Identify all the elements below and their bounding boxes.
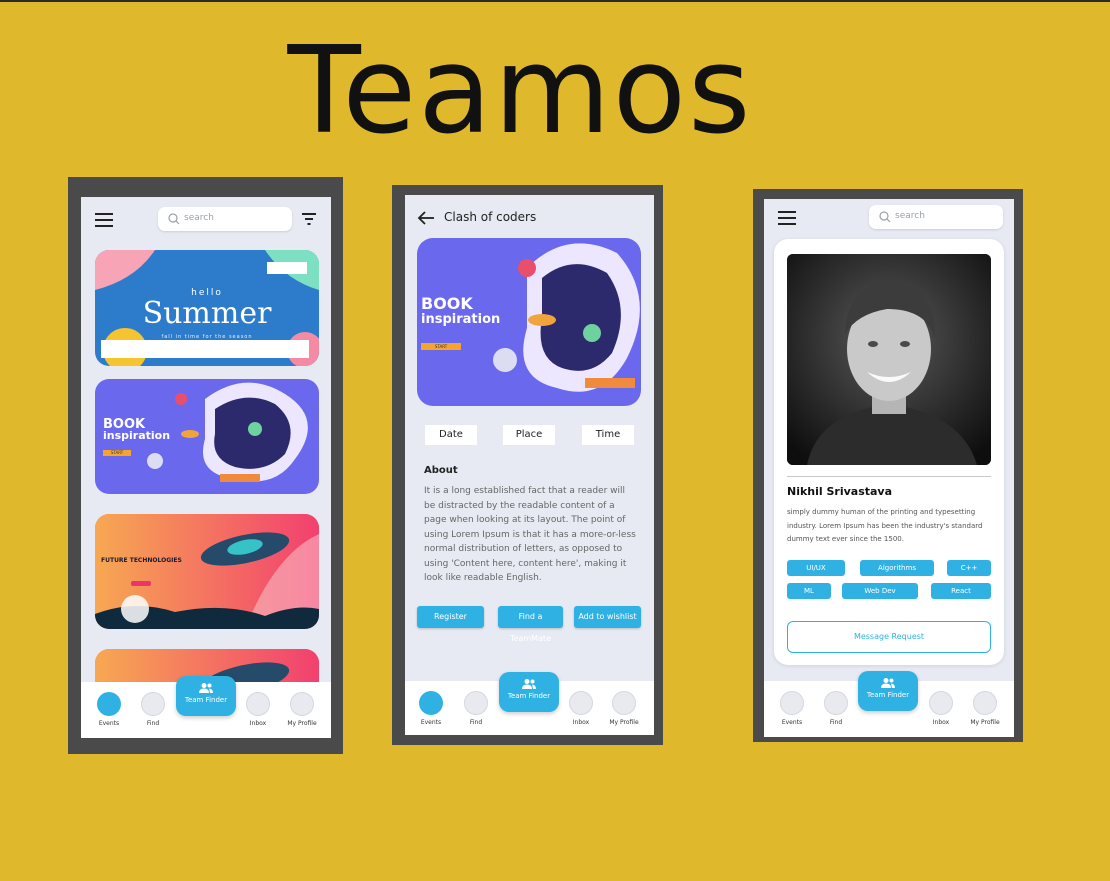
team-finder-label: Team Finder [507,692,551,700]
search-input[interactable]: search [158,207,292,231]
profile-photo [787,254,991,465]
people-icon [199,683,213,693]
skill-tag-react[interactable]: React [931,583,991,599]
date-pill[interactable]: Date [425,425,477,445]
message-request-button[interactable]: Message Request [787,621,991,653]
find-teammate-button[interactable]: Find a TeamMate [498,606,563,643]
nav-inbox[interactable]: Inbox [923,691,959,726]
event-card-book[interactable]: BOOK inspiration START [95,379,319,494]
app-title: Teamos [287,22,753,161]
event-banner-title: BOOK [421,294,473,313]
events-nav-icon [419,691,443,715]
nav-events[interactable]: Events [774,691,810,726]
profile-card: Nikhil Srivastava simply dummy human of … [774,239,1004,665]
nav-inbox-label: Inbox [932,719,950,726]
nav-events-label: Events [98,720,120,727]
skill-tag-algorithms[interactable]: Algorithms [860,560,934,576]
find-nav-icon [824,691,848,715]
summer-subtitle: fall in time for the season [161,334,253,340]
inbox-nav-icon [569,691,593,715]
nav-find[interactable]: Find [458,691,494,726]
people-icon [881,678,895,688]
place-pill[interactable]: Place [503,425,555,445]
team-finder-button[interactable]: Team Finder [858,671,918,711]
nav-events-label: Events [781,719,803,726]
about-heading: About [424,465,458,476]
event-detail-screen: Clash of coders BOOK inspiration START D… [405,195,654,735]
event-card-future-tech[interactable]: FUTURE TECHNOLOGIES [95,514,319,629]
search-placeholder: search [895,211,925,221]
events-nav-icon [780,691,804,715]
back-arrow-icon[interactable] [417,211,435,225]
event-banner: BOOK inspiration START [417,238,641,406]
profile-name: Nikhil Srivastava [787,485,893,498]
nav-inbox[interactable]: Inbox [240,692,276,727]
find-nav-icon [464,691,488,715]
nav-my-profile[interactable]: My Profile [284,692,320,727]
team-finder-label: Team Finder [184,696,228,704]
nav-events[interactable]: Events [413,691,449,726]
nav-find-label: Find [146,720,160,727]
add-to-wishlist-button[interactable]: Add to wishlist [574,606,641,628]
skill-tag-uiux[interactable]: UI/UX [787,560,845,576]
profile-photo-art [787,254,991,465]
search-input[interactable]: search [869,205,1003,229]
top-border [0,0,1110,2]
skill-tag-webdev[interactable]: Web Dev [842,583,918,599]
nav-events[interactable]: Events [91,692,127,727]
search-icon [168,213,180,225]
nav-inbox[interactable]: Inbox [563,691,599,726]
inbox-nav-icon [246,692,270,716]
nav-my-profile-label: My Profile [609,719,639,726]
search-placeholder: search [184,213,214,223]
future-tech-title: FUTURE TECHNOLOGIES [101,557,182,564]
book-start-button[interactable]: START [103,450,131,456]
nav-find[interactable]: Find [135,692,171,727]
event-title: Clash of coders [444,210,537,224]
summer-title: Summer [142,296,272,331]
skill-tag-ml[interactable]: ML [787,583,831,599]
event-card-summer[interactable]: hello Summer fall in time for the season [95,250,319,366]
nav-find-label: Find [469,719,483,726]
phone-frame-event-detail: Clash of coders BOOK inspiration START D… [392,185,663,745]
profile-divider [787,476,991,477]
phone-frame-events: search hello Summer fall in time for the… [68,177,343,754]
future-tech-banner-art [95,514,319,629]
menu-icon[interactable] [778,211,796,225]
register-button[interactable]: Register [417,606,484,628]
time-pill[interactable]: Time [582,425,634,445]
team-finder-label: Team Finder [866,691,910,699]
profile-nav-icon [612,691,636,715]
team-finder-button[interactable]: Team Finder [176,676,236,716]
about-text: It is a long established fact that a rea… [424,486,636,583]
nav-inbox-label: Inbox [572,719,590,726]
events-nav-icon [97,692,121,716]
nav-events-label: Events [420,719,442,726]
search-icon [879,211,891,223]
filter-icon[interactable] [301,213,317,225]
future-tech-cta[interactable] [131,581,151,586]
skill-tag-cpp[interactable]: C++ [947,560,991,576]
profile-screen: search Nikhil Srivastava simply dummy hu… [764,199,1014,737]
nav-inbox-label: Inbox [249,720,267,727]
book-subtitle: inspiration [103,429,171,442]
profile-bio: simply dummy human of the printing and t… [787,508,983,543]
nav-find-label: Find [829,719,843,726]
event-banner-start[interactable]: START [421,343,461,350]
inbox-nav-icon [929,691,953,715]
nav-my-profile[interactable]: My Profile [967,691,1003,726]
nav-my-profile[interactable]: My Profile [606,691,642,726]
people-icon [522,679,536,689]
profile-nav-icon [290,692,314,716]
menu-icon[interactable] [95,213,113,227]
team-finder-button[interactable]: Team Finder [499,672,559,712]
find-nav-icon [141,692,165,716]
phone-frame-profile: search Nikhil Srivastava simply dummy hu… [753,189,1023,742]
events-screen: search hello Summer fall in time for the… [81,197,331,738]
profile-nav-icon [973,691,997,715]
nav-my-profile-label: My Profile [970,719,1000,726]
nav-find[interactable]: Find [818,691,854,726]
nav-my-profile-label: My Profile [287,720,317,727]
event-banner-subtitle: inspiration [421,312,501,327]
